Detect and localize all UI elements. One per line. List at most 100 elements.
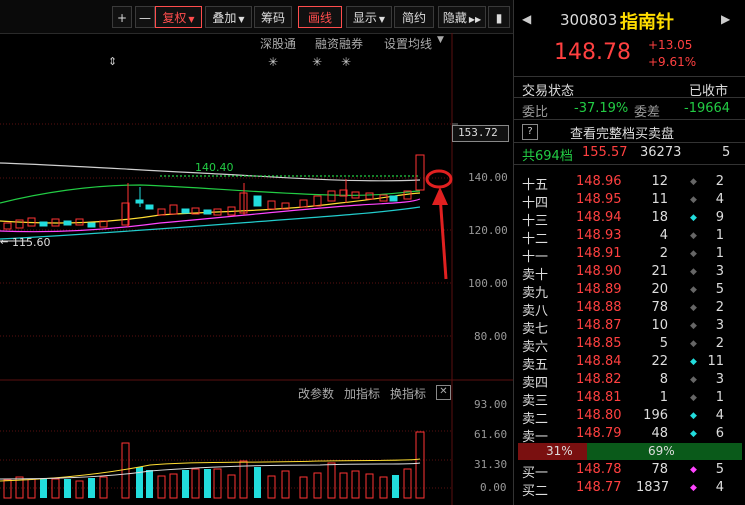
order-count: 5 bbox=[715, 462, 724, 477]
double-chevron-right-icon: ▶▶ bbox=[468, 15, 482, 24]
prev-stock-icon[interactable]: ◀ bbox=[522, 12, 531, 26]
close-icon[interactable]: ✕ bbox=[436, 385, 451, 400]
simple-label: 简约 bbox=[401, 11, 426, 25]
order-book-row[interactable]: 卖三 148.81 1 ◆ 1 bbox=[514, 390, 745, 409]
price-tick: 80.00 bbox=[474, 330, 508, 343]
order-level: 十五 bbox=[522, 178, 549, 193]
divider bbox=[514, 164, 745, 165]
order-count: 4 bbox=[715, 192, 724, 207]
kline-chart[interactable]: 140.40 ← 115.60 bbox=[0, 33, 513, 505]
stock-name: 指南针 bbox=[620, 12, 674, 33]
order-level: 卖四 bbox=[522, 376, 549, 391]
order-book-row[interactable]: 卖二 148.80 196 ◆ 4 bbox=[514, 408, 745, 427]
order-level: 卖二 bbox=[522, 412, 549, 427]
order-book-row[interactable]: 卖七 148.87 10 ◆ 3 bbox=[514, 318, 745, 337]
display-button[interactable]: 显示 ▼ bbox=[346, 6, 392, 28]
edit-params-button[interactable]: 改参数 bbox=[298, 385, 334, 402]
price-change-pct: +9.61% bbox=[648, 55, 697, 69]
order-level: 卖六 bbox=[522, 340, 549, 355]
total-levels-label: 共694档 bbox=[522, 149, 573, 164]
candle bbox=[313, 195, 322, 207]
order-volume: 12 bbox=[651, 174, 668, 189]
order-book-row[interactable]: 买一 148.78 78 ◆ 5 bbox=[514, 462, 745, 481]
order-price: 148.94 bbox=[576, 210, 622, 225]
help-icon[interactable]: ? bbox=[522, 124, 538, 140]
order-book-row[interactable]: 买二 148.77 1837 ◆ 4 bbox=[514, 480, 745, 499]
order-price: 148.85 bbox=[576, 336, 622, 351]
order-level: 十三 bbox=[522, 214, 549, 229]
fuquan-label: 复权 bbox=[162, 11, 187, 25]
order-book-row[interactable]: 十四 148.95 11 ◆ 4 bbox=[514, 192, 745, 211]
chevron-down-icon: ▼ bbox=[188, 15, 195, 24]
overlay-label: 叠加 bbox=[212, 11, 237, 25]
order-count: 1 bbox=[715, 246, 724, 261]
order-volume: 8 bbox=[659, 372, 668, 387]
zoom-out-button[interactable]: — bbox=[135, 6, 155, 28]
order-level: 十一 bbox=[522, 250, 549, 265]
sidebar-toggle-icon: ▮ bbox=[495, 11, 503, 25]
order-flag-icon: ◆ bbox=[690, 213, 697, 223]
last-price: 148.78 bbox=[554, 40, 631, 65]
order-price: 148.95 bbox=[576, 192, 622, 207]
divider bbox=[514, 142, 745, 143]
annotation-circle bbox=[425, 169, 453, 189]
zoom-in-button[interactable]: + bbox=[112, 6, 132, 28]
order-flag-icon: ◆ bbox=[690, 357, 697, 367]
price-tick: 100.00 bbox=[468, 277, 508, 290]
volume-tick: 61.60 bbox=[474, 428, 508, 441]
order-volume: 1837 bbox=[636, 480, 670, 495]
switch-indicator-button[interactable]: 换指标 bbox=[390, 385, 426, 402]
order-level: 买二 bbox=[522, 484, 549, 499]
add-indicator-button[interactable]: 加指标 bbox=[344, 385, 380, 402]
simple-button[interactable]: 简约 bbox=[394, 6, 434, 28]
chevron-down-icon: ▼ bbox=[378, 15, 386, 24]
svg-text:←: ← bbox=[0, 237, 8, 248]
price-tick: 140.00 bbox=[468, 171, 508, 184]
order-price: 148.80 bbox=[576, 408, 622, 423]
candle bbox=[253, 195, 262, 207]
next-stock-icon[interactable]: ▶ bbox=[721, 12, 730, 26]
order-book-row[interactable]: 卖十 148.90 21 ◆ 3 bbox=[514, 264, 745, 283]
order-book-row[interactable]: 卖八 148.88 78 ◆ 2 bbox=[514, 300, 745, 319]
order-count: 2 bbox=[715, 300, 724, 315]
draw-line-button[interactable]: 画线 bbox=[298, 6, 342, 28]
fuquan-button[interactable]: 复权 ▼ bbox=[155, 6, 202, 28]
quote-panel: ◀ 300803 指南针 ▶ 148.78 +13.05 +9.61% 交易状态… bbox=[513, 0, 745, 505]
order-price: 148.79 bbox=[576, 426, 622, 441]
candle bbox=[169, 204, 178, 215]
order-price: 148.93 bbox=[576, 228, 622, 243]
order-book-row[interactable]: 卖六 148.85 5 ◆ 2 bbox=[514, 336, 745, 355]
annotation-arrow bbox=[432, 187, 448, 280]
candle bbox=[365, 192, 374, 200]
order-book-row[interactable]: 卖四 148.82 8 ◆ 3 bbox=[514, 372, 745, 391]
expand-panel-button[interactable]: ▮ bbox=[488, 6, 510, 28]
candle bbox=[3, 222, 12, 230]
overlay-button[interactable]: 叠加 ▼ bbox=[205, 6, 252, 28]
candle bbox=[63, 220, 72, 226]
order-book-row[interactable]: 卖九 148.89 20 ◆ 5 bbox=[514, 282, 745, 301]
chips-label: 筹码 bbox=[260, 11, 285, 25]
volume-tick: 31.30 bbox=[474, 458, 508, 471]
order-level: 十二 bbox=[522, 232, 549, 247]
candle bbox=[39, 221, 48, 227]
order-book-row[interactable]: 十一 148.91 2 ◆ 1 bbox=[514, 246, 745, 265]
order-flag-icon: ◆ bbox=[690, 375, 697, 385]
current-price-value: 153.72 bbox=[458, 126, 498, 139]
hide-button[interactable]: 隐藏 ▶▶ bbox=[438, 6, 486, 28]
order-count: 3 bbox=[715, 372, 724, 387]
order-count: 11 bbox=[707, 354, 724, 369]
candle bbox=[15, 219, 24, 229]
order-flag-icon: ◆ bbox=[690, 321, 697, 331]
order-flag-icon: ◆ bbox=[690, 195, 697, 205]
full-order-book-link[interactable]: 查看完整档买卖盘 bbox=[570, 123, 674, 142]
order-book-row[interactable]: 卖一 148.79 48 ◆ 6 bbox=[514, 426, 745, 445]
order-book-row[interactable]: 十五 148.96 12 ◆ 2 bbox=[514, 174, 745, 193]
order-flag-icon: ◆ bbox=[690, 429, 697, 439]
order-flag-icon: ◆ bbox=[690, 303, 697, 313]
order-book-row[interactable]: 十二 148.93 4 ◆ 1 bbox=[514, 228, 745, 247]
candle bbox=[267, 200, 276, 210]
candle bbox=[327, 190, 336, 202]
chips-button[interactable]: 筹码 bbox=[254, 6, 292, 28]
order-book-row[interactable]: 十三 148.94 18 ◆ 9 bbox=[514, 210, 745, 229]
order-book-row[interactable]: 卖五 148.84 22 ◆ 11 bbox=[514, 354, 745, 373]
